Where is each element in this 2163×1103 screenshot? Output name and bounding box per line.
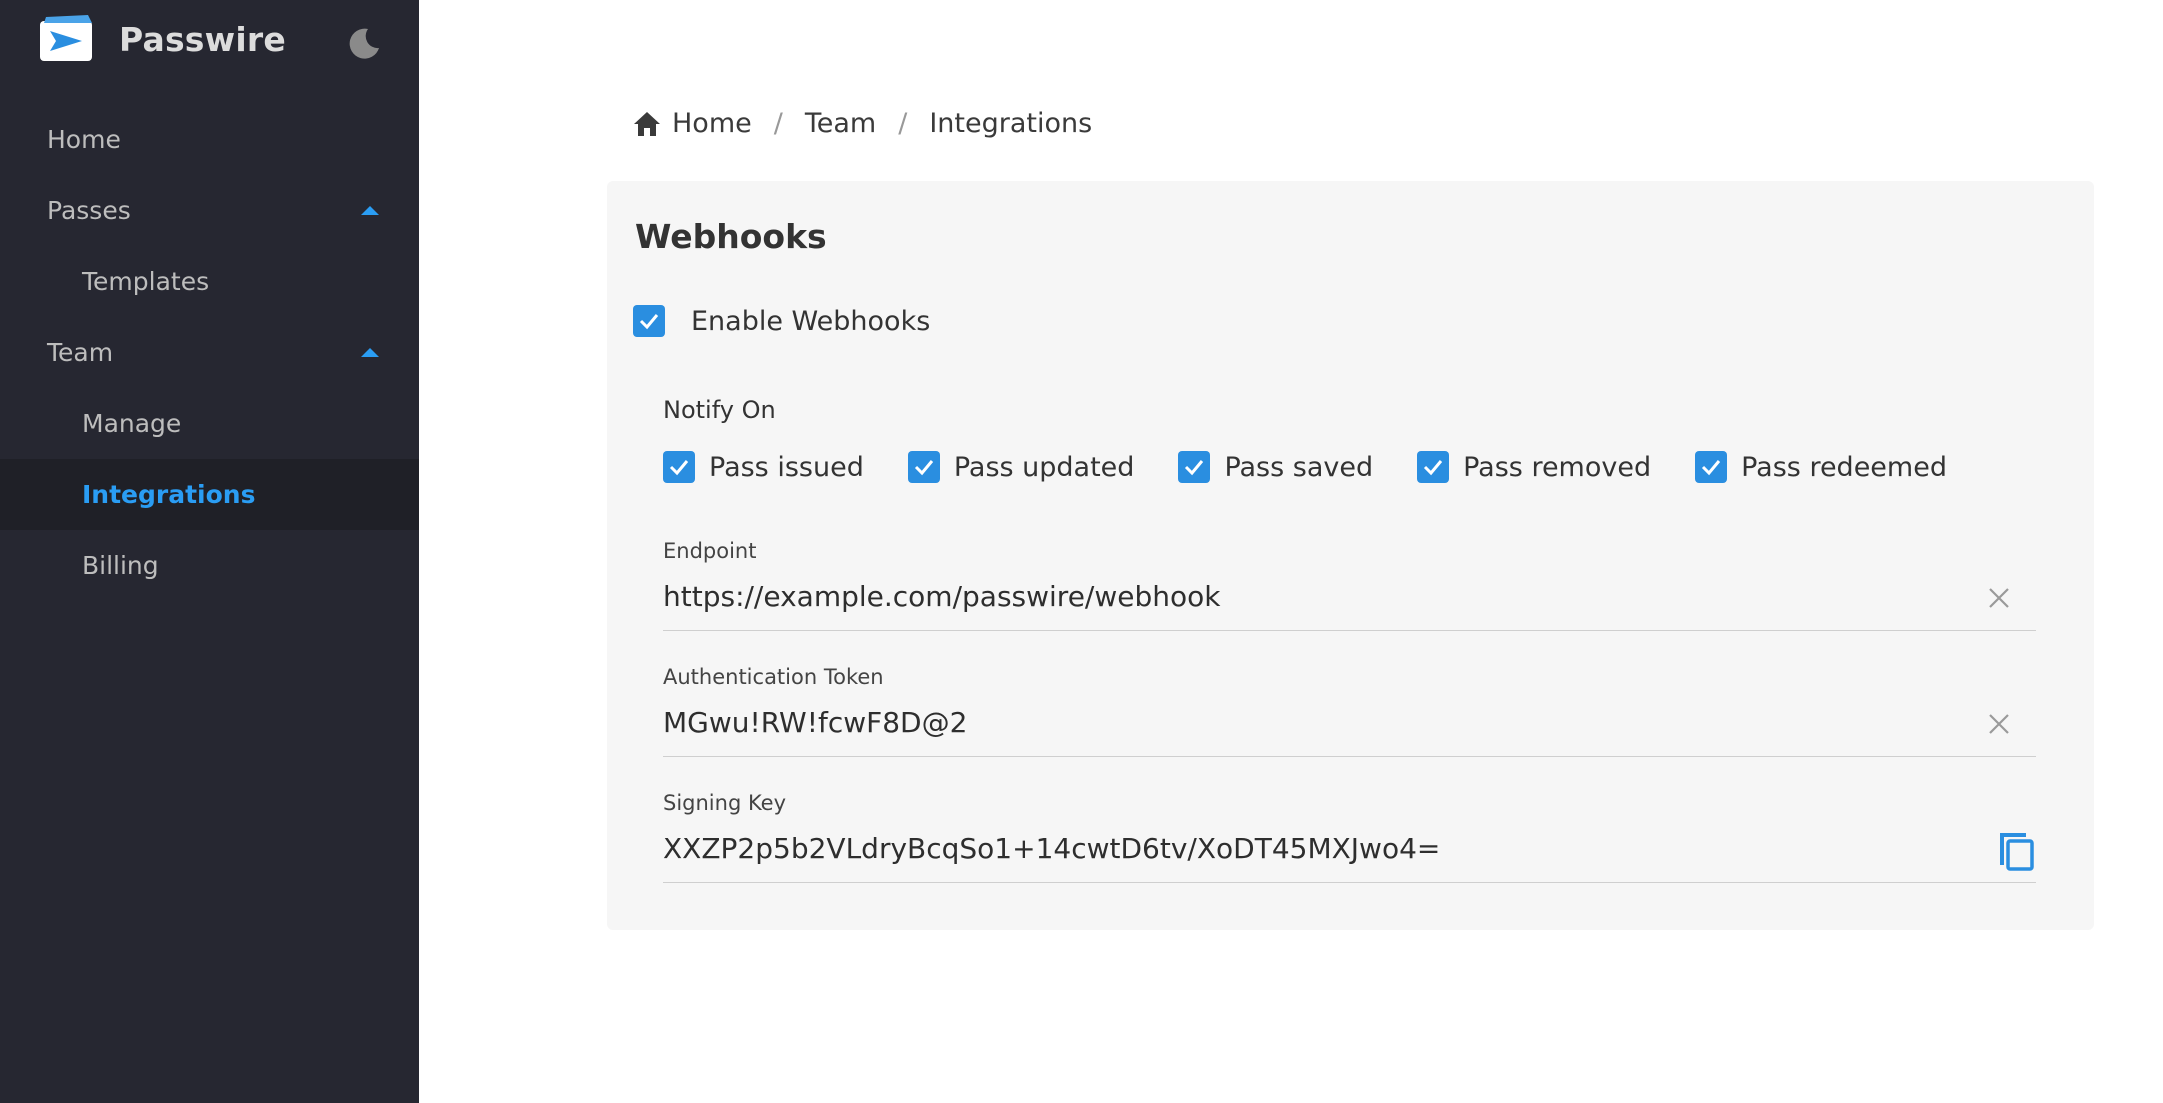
notify-option-pass-issued[interactable]: Pass issued	[663, 451, 864, 483]
card-title: Webhooks	[635, 217, 827, 256]
sidebar-item-templates[interactable]: Templates	[0, 246, 419, 317]
sidebar-item-label: Manage	[82, 409, 182, 438]
notify-option-pass-removed[interactable]: Pass removed	[1417, 451, 1651, 483]
sidebar-item-label: Team	[47, 338, 114, 367]
sidebar: Passwire Home Passes Templates Team Mana…	[0, 0, 419, 1103]
breadcrumb-integrations: Integrations	[929, 108, 1093, 139]
sidebar-item-manage[interactable]: Manage	[0, 388, 419, 459]
pass-removed-checkbox[interactable]	[1417, 451, 1450, 483]
breadcrumb-team[interactable]: Team	[805, 108, 876, 139]
auth-token-input[interactable]	[663, 700, 1963, 744]
pass-saved-checkbox[interactable]	[1178, 451, 1211, 483]
sidebar-item-label: Templates	[82, 267, 210, 296]
enable-webhooks-row: Enable Webhooks	[633, 305, 930, 337]
endpoint-field: Endpoint	[663, 539, 2036, 631]
checkmark-icon	[1702, 460, 1721, 476]
endpoint-label: Endpoint	[663, 539, 757, 563]
copy-icon[interactable]	[1994, 825, 2036, 871]
sidebar-item-label: Integrations	[82, 480, 256, 509]
option-label[interactable]: Pass removed	[1463, 452, 1651, 483]
sidebar-item-integrations[interactable]: Integrations	[0, 459, 419, 530]
breadcrumb-separator: /	[898, 108, 908, 139]
notify-options: Pass issued Pass updated Pass saved Pass…	[663, 451, 1991, 483]
option-label[interactable]: Pass saved	[1224, 452, 1373, 483]
paper-plane-logo-icon[interactable]	[38, 13, 96, 63]
notify-option-pass-saved[interactable]: Pass saved	[1178, 451, 1373, 483]
checkmark-icon	[639, 314, 659, 330]
enable-webhooks-checkbox[interactable]	[633, 305, 665, 337]
home-icon[interactable]	[632, 110, 662, 138]
checkmark-icon	[669, 460, 689, 476]
pass-redeemed-checkbox[interactable]	[1695, 451, 1728, 483]
main-content: Home / Team / Integrations Webhooks Enab…	[419, 0, 2163, 1103]
webhooks-card: Webhooks Enable Webhooks Notify On Pass …	[607, 181, 2094, 930]
notify-option-pass-redeemed[interactable]: Pass redeemed	[1695, 451, 1947, 483]
checkmark-icon	[1424, 460, 1443, 476]
checkmark-icon	[914, 460, 933, 476]
pass-updated-checkbox[interactable]	[907, 451, 940, 483]
caret-up-icon[interactable]	[361, 206, 379, 215]
notify-option-pass-updated[interactable]: Pass updated	[907, 451, 1135, 483]
sidebar-item-label: Billing	[82, 551, 159, 580]
sidebar-item-label: Passes	[47, 196, 131, 225]
option-label[interactable]: Pass issued	[709, 452, 864, 483]
sidebar-item-home[interactable]: Home	[0, 104, 419, 175]
pass-issued-checkbox[interactable]	[663, 451, 695, 483]
caret-up-icon[interactable]	[361, 348, 379, 357]
breadcrumb-separator: /	[773, 108, 783, 139]
breadcrumb-home[interactable]: Home	[672, 108, 752, 139]
brand: Passwire	[0, 0, 419, 86]
brand-name[interactable]: Passwire	[119, 20, 286, 59]
auth-token-label: Authentication Token	[663, 665, 884, 689]
notify-on-label: Notify On	[663, 396, 776, 424]
sidebar-item-team[interactable]: Team	[0, 317, 419, 388]
clear-icon[interactable]	[1986, 585, 2012, 611]
checkmark-icon	[1185, 460, 1204, 476]
clear-icon[interactable]	[1986, 711, 2012, 737]
signing-key-label: Signing Key	[663, 791, 787, 815]
moon-icon[interactable]	[346, 26, 382, 62]
auth-token-field: Authentication Token	[663, 665, 2036, 757]
sidebar-item-billing[interactable]: Billing	[0, 530, 419, 601]
option-label[interactable]: Pass updated	[954, 452, 1135, 483]
signing-key-input[interactable]	[663, 826, 1963, 870]
enable-webhooks-label[interactable]: Enable Webhooks	[691, 306, 930, 337]
sidebar-item-passes[interactable]: Passes	[0, 175, 419, 246]
endpoint-input[interactable]	[663, 574, 1963, 618]
option-label[interactable]: Pass redeemed	[1741, 452, 1947, 483]
signing-key-field: Signing Key	[663, 791, 2036, 883]
sidebar-item-label: Home	[47, 125, 121, 154]
sidebar-nav: Home Passes Templates Team Manage Integr…	[0, 104, 419, 601]
breadcrumb: Home / Team / Integrations	[632, 108, 1092, 139]
